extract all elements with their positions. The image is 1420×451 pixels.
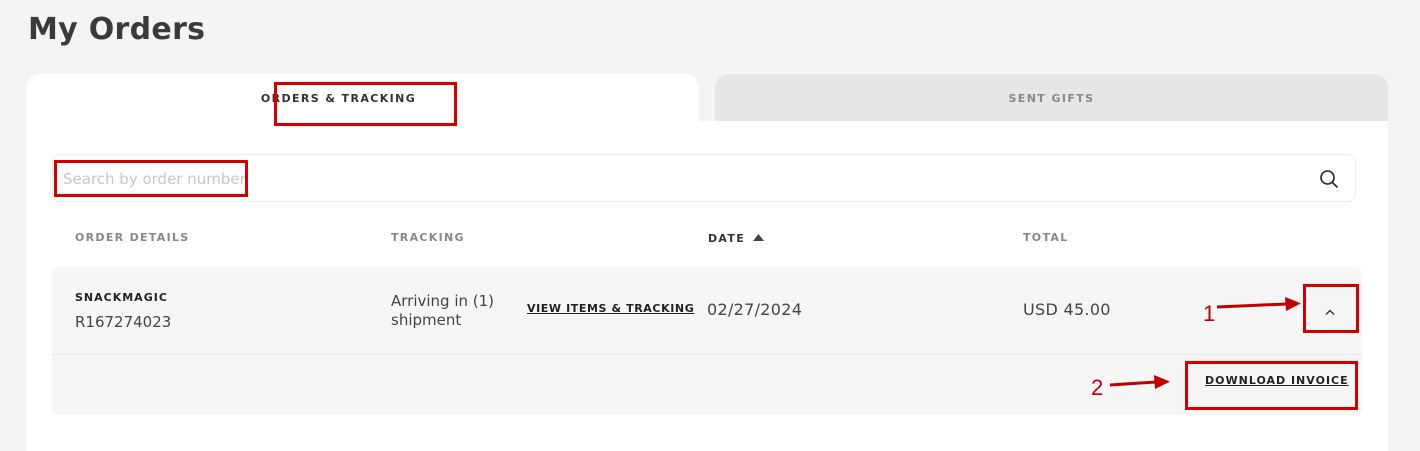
- tab-label: SENT GIFTS: [1008, 92, 1095, 105]
- column-header-tracking: TRACKING: [391, 231, 465, 244]
- merchant-name: SNACKMAGIC: [75, 291, 168, 304]
- annotation-arrow-2: [1109, 375, 1170, 389]
- column-header-order-details: ORDER DETAILS: [75, 231, 190, 244]
- search-icon[interactable]: [1319, 169, 1339, 189]
- annotation-arrow-1: [1216, 297, 1301, 311]
- order-number: R167274023: [75, 313, 172, 331]
- column-header-date-label: DATE: [708, 232, 746, 245]
- column-header-date[interactable]: DATE: [708, 231, 765, 245]
- annotation-number-1: 1: [1203, 301, 1216, 326]
- highlight-search-input: [54, 160, 248, 197]
- highlight-download-invoice: [1185, 361, 1358, 410]
- tab-sent-gifts[interactable]: SENT GIFTS: [715, 74, 1388, 122]
- page-title: My Orders: [28, 12, 206, 47]
- highlight-orders-tab: [274, 82, 457, 126]
- sort-up-triangle-icon[interactable]: [753, 231, 765, 244]
- order-total: USD 45.00: [1023, 300, 1111, 319]
- highlight-collapse-button: [1303, 284, 1359, 333]
- column-header-total: TOTAL: [1023, 231, 1069, 244]
- tracking-status: Arriving in (1) shipment: [391, 292, 495, 329]
- view-items-tracking-link[interactable]: VIEW ITEMS & TRACKING: [527, 302, 694, 315]
- order-date: 02/27/2024: [707, 300, 803, 319]
- annotation-number-2: 2: [1091, 375, 1104, 400]
- row-divider: [52, 354, 1362, 355]
